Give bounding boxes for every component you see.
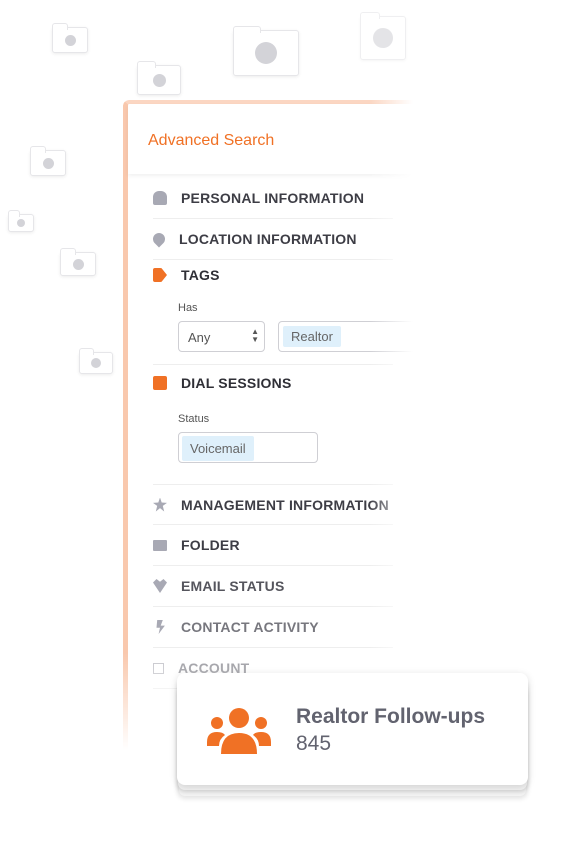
phone-icon [153, 375, 167, 390]
contact-folder-icon [60, 248, 96, 276]
card-count: 845 [296, 732, 332, 755]
bolt-icon [156, 620, 165, 634]
sort-arrows-icon: ▲ ▼ [251, 327, 259, 344]
contact-folder-icon [360, 12, 406, 60]
star-icon [153, 497, 167, 512]
users-icon [207, 708, 271, 754]
square-icon [153, 662, 164, 674]
status-chip-voicemail[interactable]: Voicemail [182, 436, 254, 461]
status-label: Status [178, 413, 210, 425]
card-title: Realtor Follow-ups [296, 705, 485, 728]
has-select[interactable]: Any ▲ ▼ [178, 321, 265, 352]
saved-search-card[interactable]: Realtor Follow-ups 845 [177, 673, 528, 785]
tag-chip-realtor[interactable]: Realtor [283, 326, 341, 347]
contact-folder-icon [8, 210, 34, 232]
section-dial-sessions[interactable]: DIAL SESSIONS [153, 364, 393, 400]
section-folder[interactable]: FOLDER [153, 525, 393, 566]
section-tags[interactable]: TAGS [153, 260, 393, 290]
section-contact-activity[interactable]: CONTACT ACTIVITY [153, 607, 393, 648]
heartbeat-icon [153, 579, 167, 593]
advanced-search-panel: Advanced Search PERSONAL INFORMATION LOC… [123, 100, 418, 750]
section-location-information[interactable]: LOCATION INFORMATION [150, 219, 393, 260]
has-label: Has [178, 302, 198, 314]
user-icon [153, 191, 167, 205]
status-input[interactable]: Voicemail [178, 432, 318, 463]
panel-title: Advanced Search [128, 104, 413, 174]
tags-input[interactable]: Realtor [278, 321, 418, 352]
contact-folder-icon [52, 23, 88, 53]
map-pin-icon [150, 230, 168, 248]
tag-icon [153, 268, 167, 282]
section-email-status[interactable]: EMAIL STATUS [153, 566, 393, 607]
section-personal-information[interactable]: PERSONAL INFORMATION [153, 178, 393, 219]
contact-folder-icon [79, 348, 113, 374]
contact-folder-icon [30, 146, 66, 176]
section-management-information[interactable]: MANAGEMENT INFORMATION [153, 484, 393, 525]
folder-icon [153, 539, 167, 551]
contact-folder-icon [233, 26, 299, 76]
contact-folder-icon [137, 61, 181, 95]
